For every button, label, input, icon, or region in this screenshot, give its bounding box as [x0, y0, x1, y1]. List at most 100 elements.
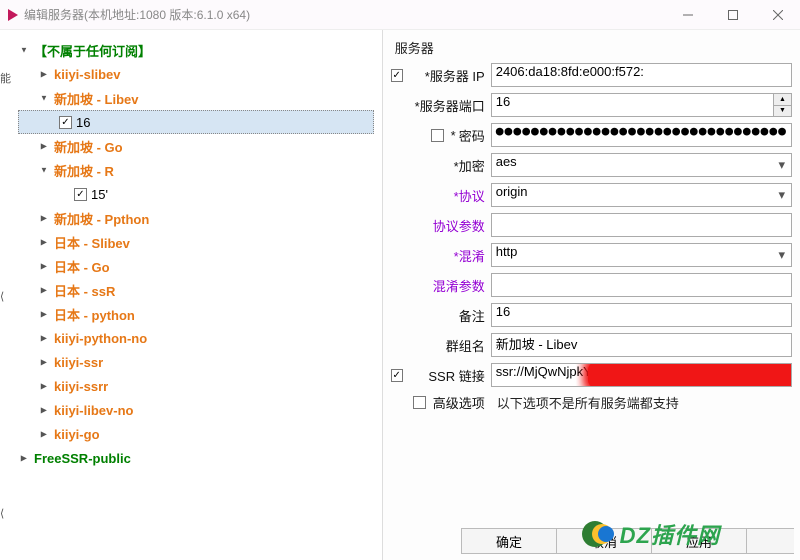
port-spinner[interactable]: ▲▼ [774, 93, 792, 117]
adv-checkbox[interactable] [413, 396, 426, 409]
obfs-param-input[interactable] [491, 273, 792, 297]
expand-icon[interactable] [38, 140, 50, 152]
expand-icon[interactable] [38, 404, 50, 416]
remark-label: 备注 [409, 306, 491, 325]
expand-icon[interactable] [18, 452, 30, 464]
expand-icon[interactable] [38, 284, 50, 296]
ssr-checkbox[interactable] [391, 369, 403, 382]
tree-label: kiiyi-go [54, 427, 100, 442]
tree-node[interactable]: 新加坡 - Libev [18, 86, 382, 110]
tree-node[interactable]: 新加坡 - R [18, 158, 382, 182]
edge-char: ⟨ [0, 507, 8, 520]
tree-node[interactable]: 日本 - python [18, 302, 382, 326]
button-bar: 确定 取消 应用 [389, 528, 794, 554]
expand-icon[interactable] [38, 260, 50, 272]
pw-label: *密码 [409, 126, 491, 145]
row-advanced: 高级选项 以下选项不是所有服务端都支持 [391, 393, 792, 412]
tree-node[interactable]: 日本 - Slibev [18, 230, 382, 254]
tree-label: kiiyi-slibev [54, 67, 120, 82]
expand-icon[interactable] [38, 428, 50, 440]
tree-label: 日本 - Go [54, 257, 110, 276]
expand-icon[interactable] [38, 212, 50, 224]
tree-label: 【不属于任何订阅】 [34, 41, 151, 60]
row-protocol: *协议 origin [391, 183, 792, 207]
obfs-select[interactable]: http [491, 243, 792, 267]
row-obfs: *混淆 http [391, 243, 792, 267]
tree-label: 15' [91, 187, 108, 202]
window-controls [665, 0, 800, 30]
tree-label: kiiyi-ssrr [54, 379, 108, 394]
expand-icon[interactable] [38, 332, 50, 344]
server-form: *服务器 IP 2406:da18:8fd:e000:f572: *服务器端口 … [391, 63, 792, 560]
tree-node[interactable]: FreeSSR-public [18, 446, 382, 470]
checkbox-icon[interactable] [74, 188, 87, 201]
row-encryption: *加密 aes [391, 153, 792, 177]
ok-button[interactable]: 确定 [461, 528, 557, 554]
row-port: *服务器端口 16 ▲▼ [391, 93, 792, 117]
tree-node[interactable]: 日本 - Go [18, 254, 382, 278]
content: 能 ⟨ ⟨ 【不属于任何订阅】 kiiyi-slibev 新加坡 - Libev… [0, 30, 800, 560]
tree-node[interactable]: kiiyi-slibev [18, 62, 382, 86]
protocol-select[interactable]: origin [491, 183, 792, 207]
tree-node[interactable]: kiiyi-libev-no [18, 398, 382, 422]
spin-down-icon[interactable]: ▼ [774, 106, 791, 117]
expand-icon[interactable] [38, 308, 50, 320]
tree-node[interactable]: kiiyi-python-no [18, 326, 382, 350]
tree-root[interactable]: 【不属于任何订阅】 [18, 38, 382, 62]
tree-leaf-selected[interactable]: 16 [18, 110, 374, 134]
server-tree-pane: 能 ⟨ ⟨ 【不属于任何订阅】 kiiyi-slibev 新加坡 - Libev… [0, 30, 383, 560]
tree-node[interactable]: 新加坡 - Go [18, 134, 382, 158]
expand-icon[interactable] [38, 356, 50, 368]
maximize-button[interactable] [710, 0, 755, 30]
tree-label: 日本 - ssR [54, 281, 115, 300]
tree-label: kiiyi-libev-no [54, 403, 133, 418]
remark-input[interactable]: 16 [491, 303, 792, 327]
ip-checkbox[interactable] [391, 69, 403, 82]
row-proto-param: 协议参数 [391, 213, 792, 237]
password-input[interactable]: ●●●●●●●●●●●●●●●●●●●●●●●●●●●●●●●●● [491, 123, 792, 147]
left-edge-markers: 能 ⟨ ⟨ [0, 30, 8, 560]
spin-up-icon[interactable]: ▲ [774, 94, 791, 106]
proto-label: *协议 [409, 186, 491, 205]
groupname-input[interactable]: 新加坡 - Libev [491, 333, 792, 357]
expand-icon[interactable] [38, 92, 50, 104]
cancel-button[interactable]: 取消 [556, 528, 652, 554]
expand-icon[interactable] [38, 68, 50, 80]
proto-param-input[interactable] [491, 213, 792, 237]
groupname-label: 群组名 [409, 336, 491, 355]
edge-char: ⟨ [0, 290, 8, 303]
redacted-overlay [588, 363, 792, 387]
tree-node[interactable]: 新加坡 - Ppthon [18, 206, 382, 230]
expand-icon[interactable] [38, 164, 50, 176]
obfs-param-label: 混淆参数 [409, 276, 491, 295]
tree-node[interactable]: kiiyi-go [18, 422, 382, 446]
tree-node[interactable]: kiiyi-ssrr [18, 374, 382, 398]
titlebar: 编辑服务器(本机地址:1080 版本:6.1.0 x64) [0, 0, 800, 30]
apply-button[interactable]: 应用 [651, 528, 747, 554]
ip-input[interactable]: 2406:da18:8fd:e000:f572: [491, 63, 792, 87]
expand-icon[interactable] [18, 44, 30, 56]
tree-node[interactable]: kiiyi-ssr [18, 350, 382, 374]
tree-label: 新加坡 - R [54, 161, 114, 180]
pw-show-checkbox[interactable] [431, 129, 444, 142]
tree-leaf[interactable]: 15' [18, 182, 382, 206]
port-input[interactable]: 16 [491, 93, 774, 117]
ssr-label: SSR 链接 [409, 366, 491, 385]
app-icon [8, 9, 18, 21]
row-password: *密码 ●●●●●●●●●●●●●●●●●●●●●●●●●●●●●●●●● [391, 123, 792, 147]
tree-label: 日本 - python [54, 305, 135, 324]
tree-node[interactable]: 日本 - ssR [18, 278, 382, 302]
ssr-link-input[interactable]: ssr://MjQwNjpkYT [491, 363, 792, 387]
tree-label: kiiyi-ssr [54, 355, 103, 370]
checkbox-icon[interactable] [59, 116, 72, 129]
encryption-select[interactable]: aes [491, 153, 792, 177]
row-obfs-param: 混淆参数 [391, 273, 792, 297]
minimize-button[interactable] [665, 0, 710, 30]
close-button[interactable] [755, 0, 800, 30]
expand-icon[interactable] [38, 236, 50, 248]
row-remark: 备注 16 [391, 303, 792, 327]
tree-label: 新加坡 - Ppthon [54, 209, 149, 228]
server-tree[interactable]: 【不属于任何订阅】 kiiyi-slibev 新加坡 - Libev 16 新加… [0, 38, 382, 470]
extra-button[interactable] [746, 528, 794, 554]
expand-icon[interactable] [38, 380, 50, 392]
